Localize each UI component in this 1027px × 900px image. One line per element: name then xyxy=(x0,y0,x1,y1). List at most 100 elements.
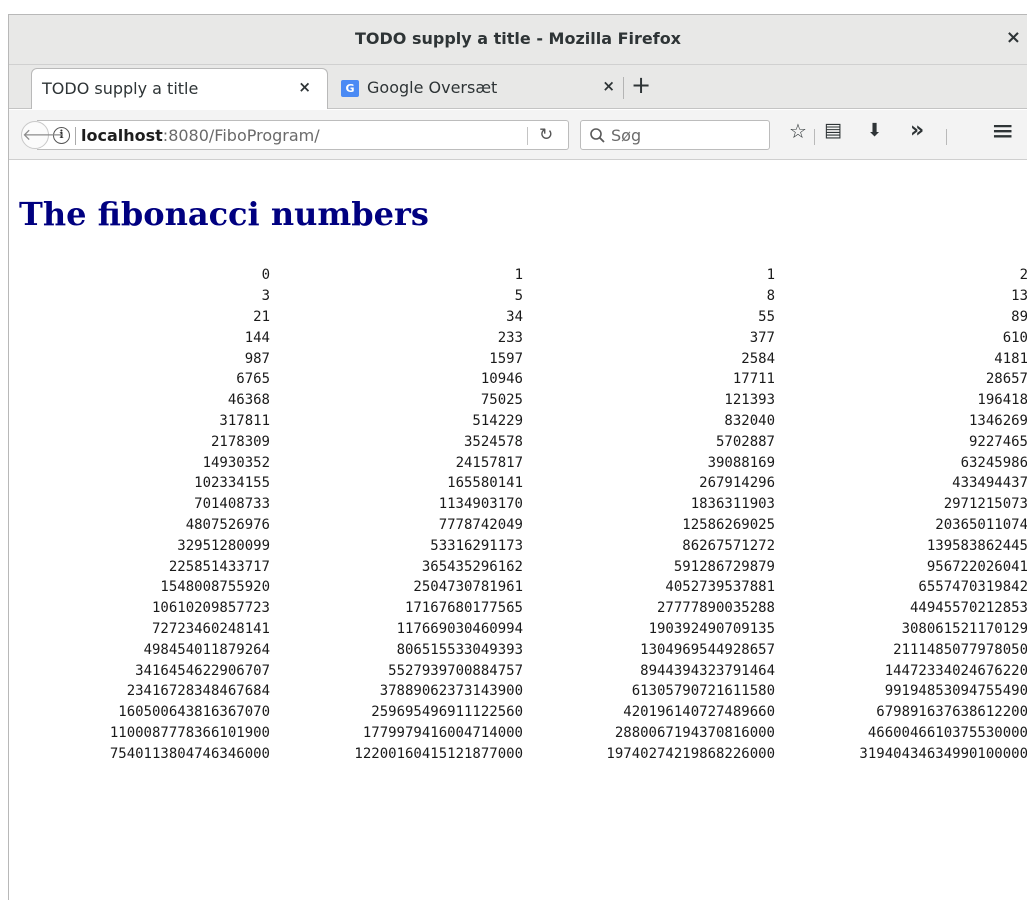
table-row: 144 233 377 610 xyxy=(9,327,1027,348)
table-cell: 34 xyxy=(506,308,523,325)
table-row: 3 5 8 13 xyxy=(9,286,1027,307)
title-bar: TODO supply a title - Mozilla Firefox × xyxy=(9,15,1027,65)
table-cell: 2 xyxy=(1019,267,1027,284)
table-row: 1100087778366101900 1779979416004714000 28… xyxy=(9,723,1027,744)
table-cell: 165580141 xyxy=(447,475,523,492)
table-cell: 806515533049393 xyxy=(396,641,523,658)
table-cell: 4660046610375530000 xyxy=(867,724,1027,741)
table-row: 317811 514229 832040 1346269 xyxy=(9,411,1027,432)
tab-close-icon[interactable]: × xyxy=(298,78,311,96)
table-cell: 75025 xyxy=(480,392,523,409)
table-cell: 1304969544928657 xyxy=(640,641,775,658)
table-cell: 31940434634990100000 xyxy=(859,745,1027,762)
table-cell: 63245986 xyxy=(960,454,1027,471)
table-cell: 99194853094755490 xyxy=(884,683,1027,700)
table-cell: 37889062373143900 xyxy=(379,683,523,700)
hamburger-menu-icon[interactable]: ≡ xyxy=(991,114,1014,147)
table-cell: 1346269 xyxy=(968,412,1027,429)
table-cell: 7778742049 xyxy=(438,516,523,533)
back-arrow-icon: 🡐 xyxy=(22,125,65,144)
tab-close-icon[interactable]: × xyxy=(602,77,615,95)
table-row: 987 1597 2584 4181 xyxy=(9,348,1027,369)
table-row: 1548008755920 2504730781961 4052739537881 6… xyxy=(9,577,1027,598)
table-cell: 233 xyxy=(497,329,523,346)
table-row: 160500643816367070 259695496911122560 4201… xyxy=(9,702,1027,723)
table-cell: 498454011879264 xyxy=(143,641,270,658)
table-cell: 225851433717 xyxy=(168,558,270,575)
table-cell: 591286729879 xyxy=(673,558,775,575)
table-cell: 139583862445 xyxy=(926,537,1027,554)
table-cell: 0 xyxy=(261,267,270,284)
google-translate-icon: G xyxy=(341,80,359,97)
navigation-toolbar: i localhost:8080/FiboProgram/ ↻ 🡐 Søg ☆ … xyxy=(9,110,1027,160)
table-row: 46368 75025 121393 196418 xyxy=(9,390,1027,411)
table-cell: 196418 xyxy=(977,392,1027,409)
search-icon xyxy=(590,128,605,143)
search-bar[interactable]: Søg xyxy=(580,120,770,150)
table-cell: 12586269025 xyxy=(682,516,775,533)
table-cell: 21 xyxy=(253,308,270,325)
table-cell: 10610209857723 xyxy=(151,600,270,617)
reload-separator xyxy=(527,127,528,145)
tab-google-translate[interactable]: G Google Oversæt × xyxy=(337,68,619,109)
table-cell: 514229 xyxy=(472,412,523,429)
fibonacci-table: 0 1 1 2 3 5 8 13 21 34 55 89 144 233 377 610 987 1597 2584… xyxy=(9,265,1027,764)
table-cell: 832040 xyxy=(724,412,775,429)
table-cell: 61305790721611580 xyxy=(631,683,775,700)
table-cell: 10946 xyxy=(480,371,523,388)
table-cell: 6557470319842 xyxy=(918,579,1027,596)
table-cell: 1597 xyxy=(489,350,523,367)
table-cell: 5702887 xyxy=(715,433,775,450)
table-cell: 4052739537881 xyxy=(665,579,775,596)
table-cell: 377 xyxy=(749,329,775,346)
table-cell: 19740274219868226000 xyxy=(606,745,775,762)
table-cell: 20365011074 xyxy=(935,516,1027,533)
table-row: 14930352 24157817 39088169 63245986 xyxy=(9,452,1027,473)
bookmark-star-icon[interactable]: ☆ xyxy=(789,119,807,143)
table-cell: 14472334024676220 xyxy=(884,662,1027,679)
table-row: 72723460248141 117669030460994 19039249070… xyxy=(9,619,1027,640)
table-cell: 8944394323791464 xyxy=(640,662,775,679)
table-cell: 160500643816367070 xyxy=(118,704,270,721)
library-icon[interactable]: ▤ xyxy=(824,119,842,141)
new-tab-button[interactable]: + xyxy=(631,71,651,99)
url-text[interactable]: localhost:8080/FiboProgram/ xyxy=(81,126,320,145)
table-cell: 89 xyxy=(1011,308,1027,325)
table-cell: 3 xyxy=(261,288,270,305)
table-cell: 308061521170129 xyxy=(901,620,1027,637)
table-cell: 5 xyxy=(514,288,523,305)
tab-todo[interactable]: TODO supply a title × xyxy=(31,68,328,109)
table-cell: 72723460248141 xyxy=(151,620,270,637)
table-cell: 8 xyxy=(766,288,775,305)
url-bar[interactable]: i localhost:8080/FiboProgram/ ↻ xyxy=(37,120,569,150)
tab-separator xyxy=(623,77,624,99)
table-row: 102334155 165580141 267914296 433494437 xyxy=(9,473,1027,494)
overflow-icon[interactable]: » xyxy=(910,118,924,143)
table-cell: 102334155 xyxy=(194,475,270,492)
table-cell: 7540113804746346000 xyxy=(109,745,270,762)
table-cell: 267914296 xyxy=(699,475,775,492)
table-cell: 23416728348467684 xyxy=(126,683,270,700)
table-cell: 12200160415121877000 xyxy=(354,745,523,762)
window-title: TODO supply a title - Mozilla Firefox xyxy=(354,29,681,48)
reload-icon[interactable]: ↻ xyxy=(539,125,553,145)
table-cell: 1836311903 xyxy=(690,496,775,513)
back-button[interactable]: 🡐 xyxy=(21,121,65,149)
table-cell: 3524578 xyxy=(463,433,523,450)
table-cell: 17167680177565 xyxy=(404,600,523,617)
table-cell: 1 xyxy=(766,267,775,284)
downloads-icon[interactable]: ⬇ xyxy=(867,120,882,141)
table-cell: 259695496911122560 xyxy=(371,704,523,721)
table-cell: 987 xyxy=(244,350,270,367)
table-row: 21 34 55 89 xyxy=(9,307,1027,328)
table-row: 10610209857723 17167680177565 277778900352… xyxy=(9,598,1027,619)
url-host: localhost xyxy=(81,126,163,145)
window-close-button[interactable]: × xyxy=(1006,27,1021,48)
table-cell: 121393 xyxy=(724,392,775,409)
table-cell: 55 xyxy=(758,308,775,325)
search-placeholder: Søg xyxy=(611,126,642,145)
table-cell: 1 xyxy=(514,267,523,284)
table-cell: 117669030460994 xyxy=(396,620,523,637)
table-cell: 28657 xyxy=(985,371,1027,388)
url-path: :8080/FiboProgram/ xyxy=(162,126,320,145)
